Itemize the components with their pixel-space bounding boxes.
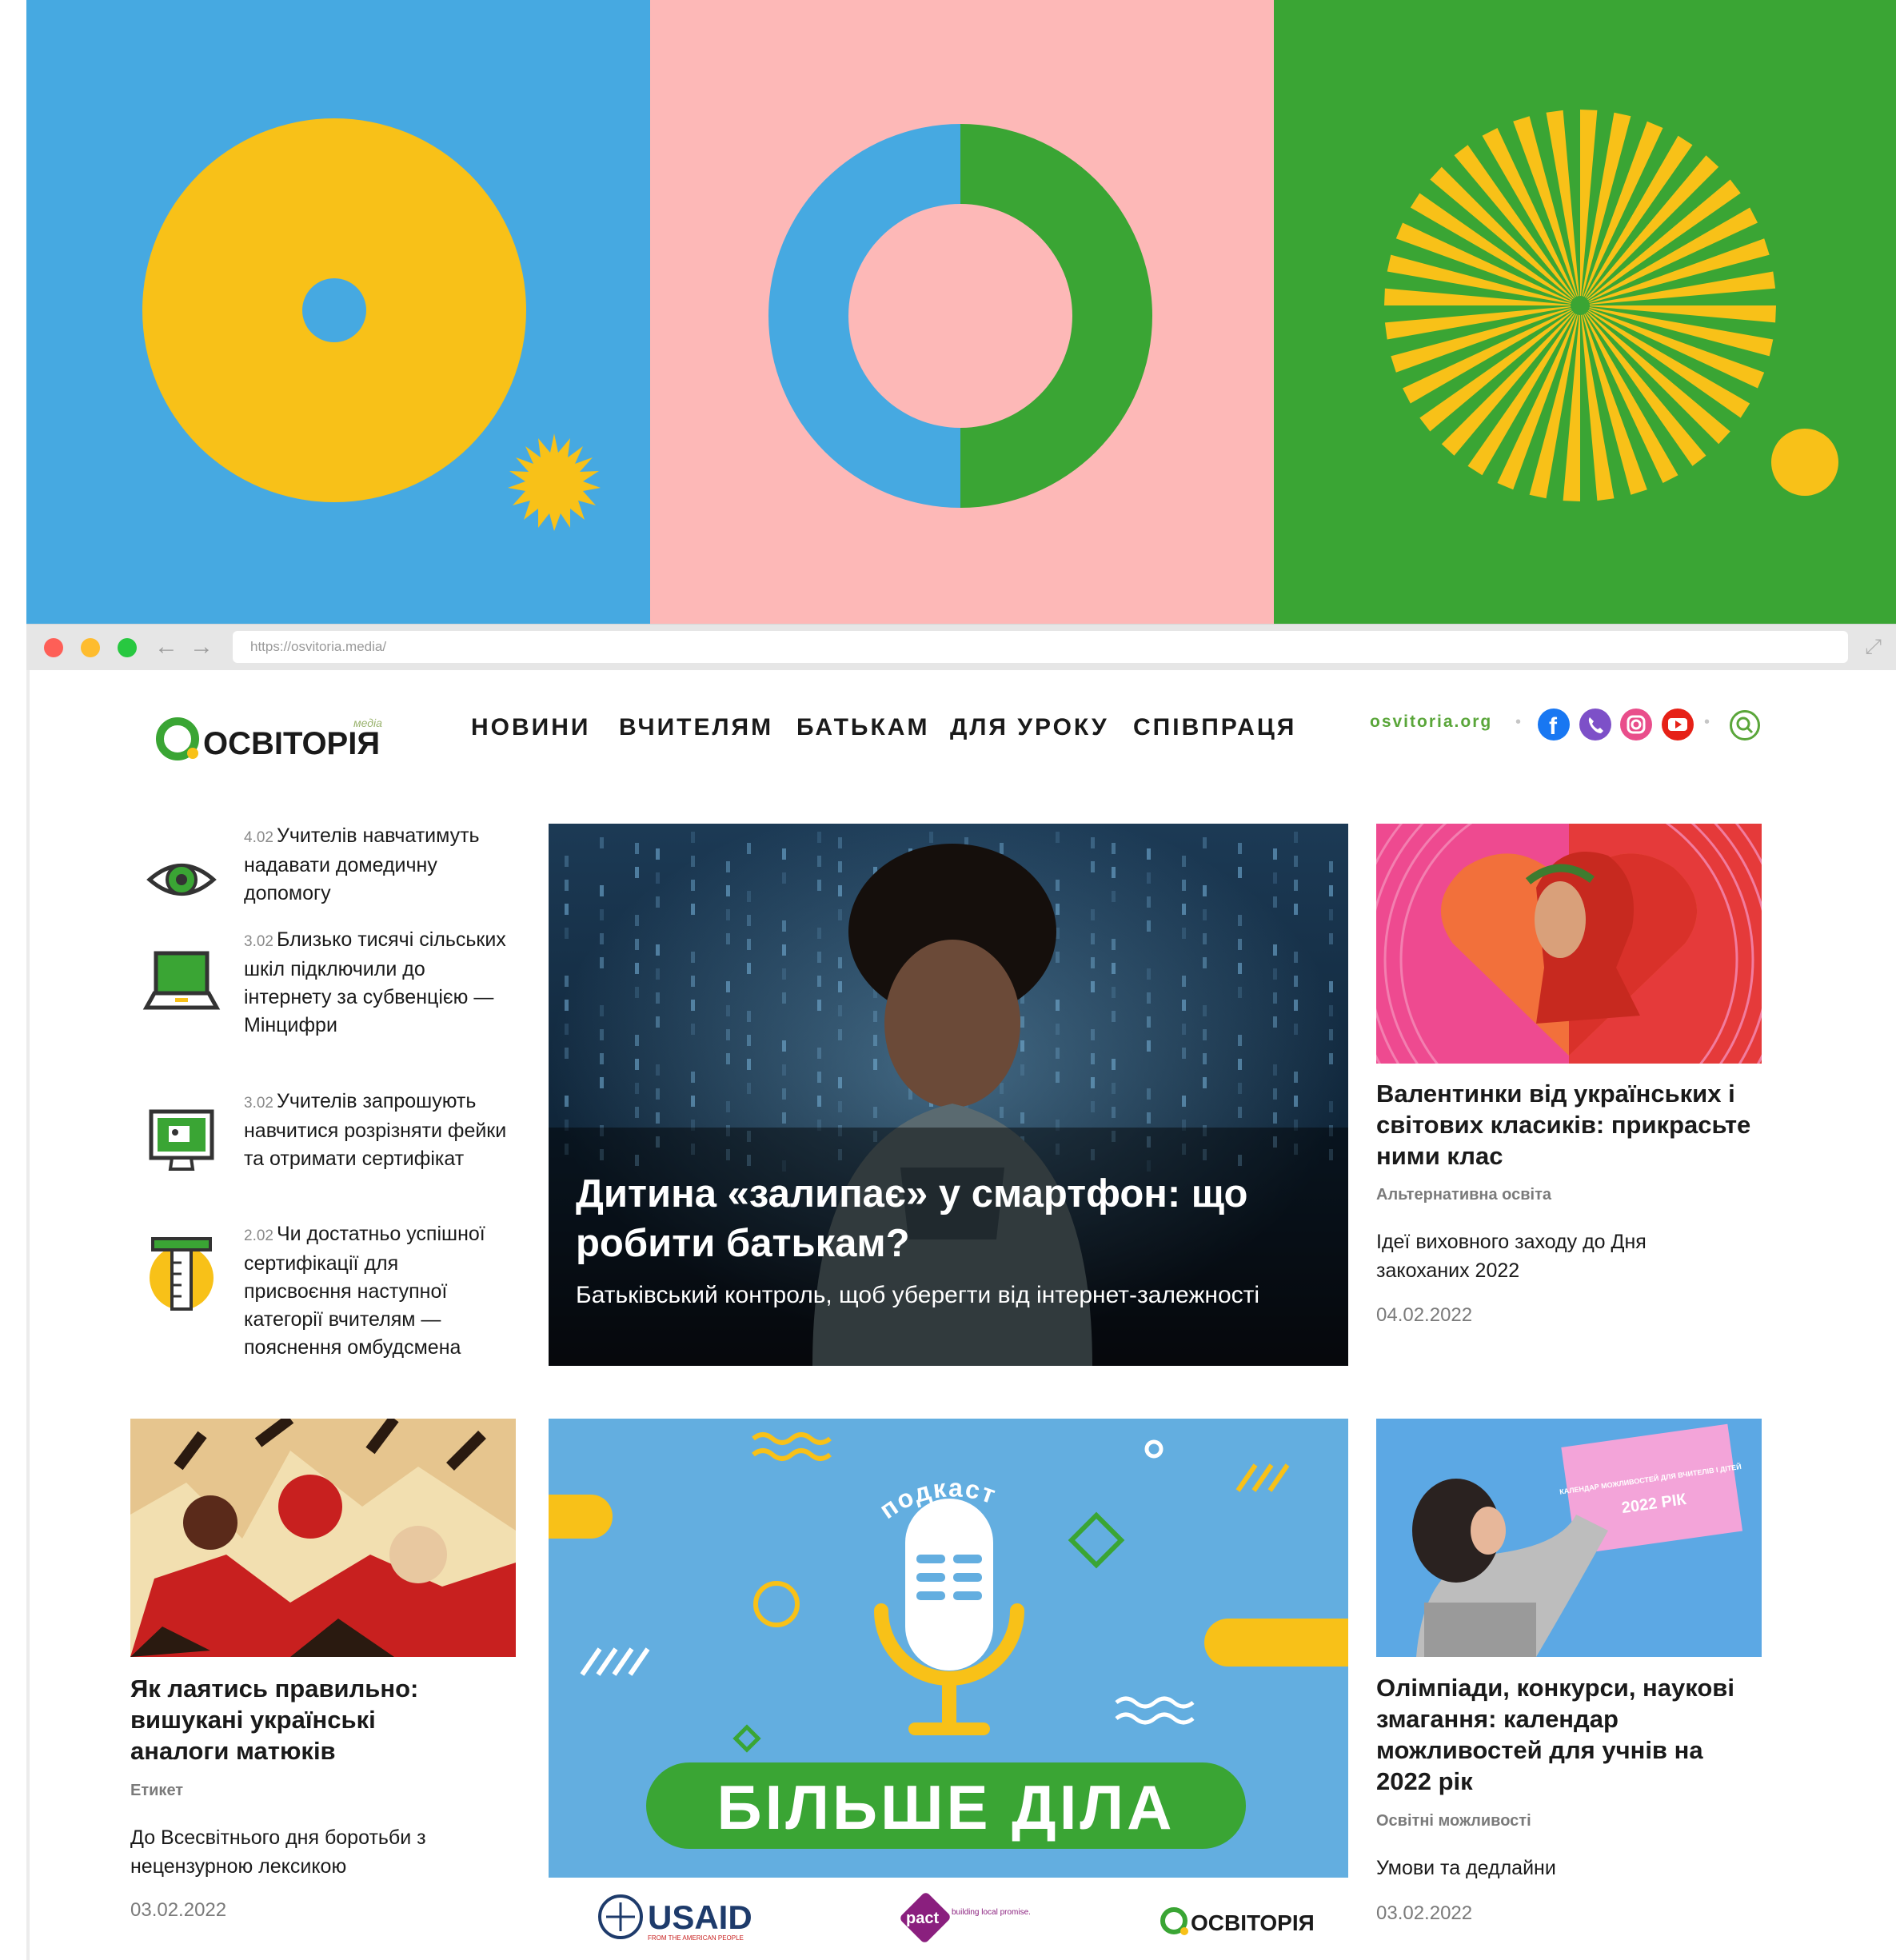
separator-dot: •	[1515, 713, 1522, 731]
nav-parents[interactable]: БАТЬКАМ	[796, 714, 929, 741]
valentines-card-title[interactable]: Валентинки від українських і світових кл…	[1376, 1078, 1762, 1172]
forward-arrow-icon[interactable]: →	[190, 634, 214, 660]
youtube-icon[interactable]	[1662, 709, 1694, 740]
sunburst-ray	[1384, 288, 1580, 305]
webpage: ОСВІТОРІЯ медіа НОВИНИ ВЧИТЕЛЯМ БАТЬКАМ …	[26, 670, 1896, 1960]
news-date: 4.02	[244, 829, 273, 846]
monitor-icon	[149, 1109, 214, 1171]
laptop-icon	[142, 951, 221, 1010]
nav-news[interactable]: НОВИНИ	[471, 714, 590, 741]
news-item[interactable]: 4.02 Учителів навчатимуть надавати домеди…	[244, 822, 508, 908]
swearing-card-category[interactable]: Етикет	[130, 1782, 183, 1800]
swearing-card-title[interactable]: Як лаятись правильно: вишукані українськ…	[130, 1673, 474, 1766]
valentines-card-image[interactable]	[1376, 824, 1762, 1064]
pact-tagline: building local promise.	[952, 1908, 1031, 1917]
olympiads-card-category[interactable]: Освітні можливості	[1376, 1812, 1531, 1830]
brand-banner	[26, 0, 1896, 624]
pact-logo: pact	[906, 1910, 939, 1927]
swearing-card-date: 03.02.2022	[130, 1899, 227, 1921]
address-bar-url: https://osvitoria.media/	[250, 639, 387, 654]
sunburst-graphic	[1384, 110, 1838, 501]
split-ring-graphic	[768, 124, 1152, 508]
yellow-ring-graphic	[142, 118, 601, 531]
osvitoria-sponsor-logo: ОСВІТОРІЯ	[1191, 1910, 1315, 1935]
eye-icon	[146, 864, 217, 896]
valentines-card-lead: Ідеї виховного заходу до Дня закоханих 2…	[1376, 1231, 1647, 1282]
fullscreen-icon[interactable]: ⤢	[1865, 634, 1882, 660]
featured-article[interactable]: Дитина «залипає» у смартфон: що робити б…	[549, 824, 1348, 1366]
swearing-card-image[interactable]	[130, 1419, 516, 1657]
sun-burst-icon	[508, 433, 601, 531]
valentines-card-category[interactable]: Альтернативна освіта	[1376, 1186, 1551, 1204]
olympiads-card-date: 03.02.2022	[1376, 1902, 1473, 1924]
instagram-icon[interactable]	[1620, 709, 1652, 740]
news-date: 3.02	[244, 1095, 273, 1112]
banner-panel-blue	[26, 0, 650, 624]
banner-panel-green	[1274, 0, 1896, 624]
news-item[interactable]: 3.02 Близько тисячі сільських шкіл підклю…	[244, 926, 508, 1040]
osvitoria-org-link[interactable]: osvitoria.org	[1370, 713, 1492, 732]
logo-text: ОСВІТОРІЯ	[203, 726, 381, 761]
news-date: 2.02	[244, 1227, 273, 1244]
podcast-banner[interactable]: подкаст БІЛЬШЕ ДІЛА USAID FROM THE AMERI…	[549, 1419, 1348, 1960]
svg-text:f: f	[1549, 713, 1558, 740]
olympiads-card-title[interactable]: Олімпіади, конкурси, наукові змагання: к…	[1376, 1672, 1762, 1797]
site-logo[interactable]: ОСВІТОРІЯ медіа	[154, 702, 393, 774]
featured-article-subtitle: Батьківський контроль, щоб уберегти від …	[576, 1282, 1260, 1308]
logo-superscript: медіа	[353, 717, 382, 729]
maximize-window-button[interactable]	[118, 638, 137, 657]
podcast-banner-image: подкаст БІЛЬШЕ ДІЛА USAID FROM THE AMERI…	[549, 1419, 1348, 1942]
separator-dot: •	[1704, 713, 1710, 731]
logo-o-icon	[156, 717, 199, 760]
nav-for-lesson[interactable]: ДЛЯ УРОКУ	[950, 714, 1109, 741]
nav-teachers[interactable]: ВЧИТЕЛЯМ	[619, 714, 773, 741]
nav-cooperation[interactable]: СПІВПРАЦЯ	[1133, 714, 1296, 741]
sunburst-ray	[1580, 110, 1598, 305]
facebook-icon[interactable]: f	[1538, 709, 1570, 740]
viber-icon[interactable]	[1579, 709, 1611, 740]
browser-toolbar: ← → https://osvitoria.media/ ⤢	[26, 624, 1896, 671]
news-item[interactable]: 2.02 Чи достатньо успішної сертифікації д…	[244, 1220, 508, 1362]
usaid-tagline: FROM THE AMERICAN PEOPLE	[648, 1934, 744, 1942]
news-title: Близько тисячі сільських шкіл підключили…	[244, 928, 506, 1036]
search-icon[interactable]	[1730, 710, 1760, 740]
back-arrow-icon[interactable]: ←	[154, 634, 178, 660]
usaid-logo: USAID	[648, 1898, 752, 1936]
valentines-card-date: 04.02.2022	[1376, 1304, 1473, 1326]
featured-article-title: Дитина «залипає» у смартфон: що робити б…	[576, 1172, 1248, 1265]
swearing-card-lead: До Всесвітнього дня боротьби з нецензурн…	[130, 1826, 426, 1878]
podcast-title: БІЛЬШЕ ДІЛА	[717, 1772, 1176, 1842]
banner-panel-pink	[650, 0, 1274, 624]
olympiads-card-image[interactable]: КАЛЕНДАР МОЖЛИВОСТЕЙ ДЛЯ ВЧИТЕЛІВ І ДІТЕ…	[1376, 1419, 1762, 1657]
address-bar[interactable]: https://osvitoria.media/	[233, 631, 1848, 663]
news-title: Учителів запрошують навчитися розрізняти…	[244, 1090, 507, 1170]
news-item[interactable]: 3.02 Учителів запрошують навчитися розріз…	[244, 1088, 508, 1173]
close-window-button[interactable]	[44, 638, 63, 657]
sunburst-ray	[1580, 305, 1776, 323]
ruler-icon	[150, 1237, 214, 1311]
olympiads-card-lead: Умови та дедлайни	[1376, 1857, 1556, 1879]
minimize-window-button[interactable]	[81, 638, 100, 657]
news-title: Чи достатньо успішної сертифікації для п…	[244, 1223, 485, 1359]
sunburst-ray	[1563, 305, 1580, 501]
news-title: Учителів навчатимуть надавати домедичну …	[244, 824, 480, 904]
news-date: 3.02	[244, 933, 273, 950]
